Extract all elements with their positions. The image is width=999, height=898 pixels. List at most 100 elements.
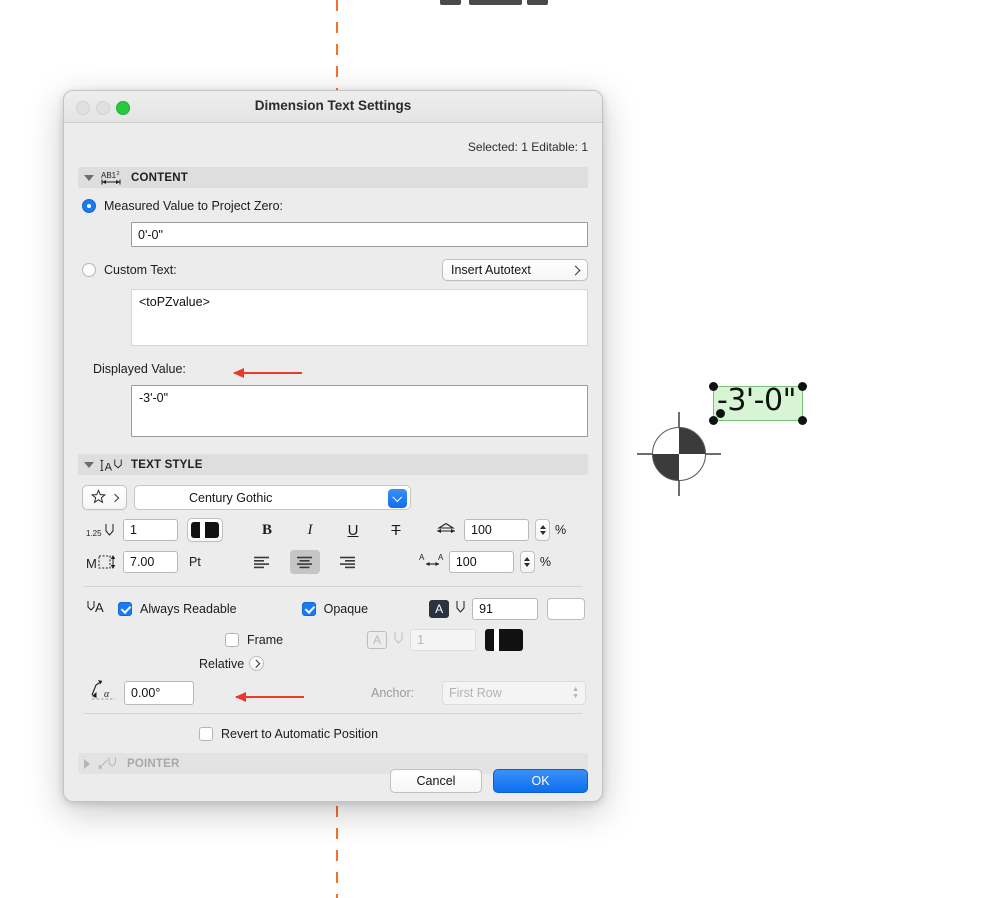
svg-text:A: A (419, 553, 425, 562)
svg-text:A: A (438, 553, 444, 562)
width-factor-icon (434, 520, 458, 541)
annotation-arrow-measured (233, 368, 302, 378)
measured-value-field[interactable]: 0'-0" (131, 222, 588, 247)
letter-spacing-icon: A A (419, 552, 447, 573)
disclosure-triangle-down-icon-2[interactable] (84, 461, 94, 468)
chevron-down-icon[interactable] (388, 489, 407, 508)
measured-value-row[interactable]: Measured Value to Project Zero: (82, 199, 602, 213)
background-pen-icon[interactable]: A (429, 600, 450, 618)
relative-label: Relative (199, 656, 245, 671)
section-title-pointer: POINTER (127, 757, 180, 770)
project-zero-marker-icon[interactable] (637, 412, 721, 496)
measured-value-radio[interactable] (82, 199, 96, 213)
letter-spacing-stepper[interactable] (519, 551, 535, 573)
selection-handle-bottom-right[interactable] (798, 416, 807, 425)
opaque-checkbox[interactable] (301, 602, 316, 616)
selection-handle-hotspot[interactable] (716, 409, 725, 418)
frame-pen-weight-icon (392, 630, 406, 651)
rotation-angle-field[interactable]: 0.00° (124, 681, 194, 705)
svg-text:M: M (86, 556, 97, 571)
always-readable-label: Always Readable (140, 602, 237, 616)
dimension-text-value: -3'-0" (717, 383, 796, 418)
guide-line-bottom (336, 806, 338, 898)
align-right-button[interactable] (333, 550, 363, 574)
letter-spacing-unit: % (539, 555, 551, 569)
width-factor-stepper[interactable] (535, 519, 550, 541)
width-factor-field[interactable]: 100 (464, 519, 529, 541)
cancel-button[interactable]: Cancel (390, 769, 482, 793)
svg-text:A: A (95, 600, 104, 615)
width-factor-unit: % (555, 523, 567, 537)
frame-label: Frame (247, 633, 284, 647)
options-row-1: A Always Readable Opaque A 91 (86, 598, 588, 620)
dimension-text-settings-dialog: Dimension Text Settings Selected: 1 Edit… (63, 90, 603, 802)
ok-button[interactable]: OK (493, 769, 588, 793)
svg-text:AB1: AB1 (101, 171, 117, 180)
displayed-value-field[interactable]: -3'-0" (131, 385, 588, 437)
section-title-text-style: TEXT STYLE (131, 458, 203, 471)
relative-button[interactable]: Relative (199, 656, 265, 671)
revert-row[interactable]: Revert to Automatic Position (199, 727, 588, 741)
svg-text:1.25: 1.25 (86, 529, 102, 538)
svg-text:2: 2 (117, 171, 120, 177)
selection-handle-top-left[interactable] (709, 382, 718, 391)
custom-text-radio[interactable] (82, 263, 96, 277)
favorites-button[interactable] (82, 485, 127, 510)
options-row-3: Relative α 0.00° Anchor: First Row ▲ ▼ (64, 651, 602, 713)
bold-button[interactable]: B (252, 518, 282, 542)
frame-pen-icon: A (367, 631, 388, 649)
strikethrough-button[interactable]: T (381, 518, 411, 542)
chevron-right-icon (570, 265, 581, 275)
updown-chevrons-icon: ▲ ▼ (572, 686, 579, 700)
pen-number-field[interactable]: 1 (123, 519, 178, 541)
revert-position-checkbox[interactable] (199, 727, 213, 741)
font-row[interactable]: Century Gothic (82, 485, 588, 510)
background-pen-field[interactable]: 91 (472, 598, 539, 620)
text-size-field[interactable]: 7.00 (123, 551, 178, 573)
anchor-label: Anchor: (371, 686, 415, 700)
frame-pen-field: 1 (410, 629, 477, 651)
text-size-icon: M (86, 553, 120, 571)
align-left-button[interactable] (247, 550, 277, 574)
insert-autotext-button[interactable]: Insert Autotext (442, 259, 588, 281)
chevron-right-circle-icon[interactable] (249, 656, 265, 671)
underline-button[interactable]: U (338, 518, 368, 542)
svg-text:A: A (105, 461, 113, 472)
rotation-angle-icon: α (88, 679, 118, 706)
revert-position-label: Revert to Automatic Position (221, 727, 379, 741)
pen-weight-icon: 1.25 (86, 522, 120, 539)
section-title-content: CONTENT (131, 171, 188, 184)
background-color-swatch[interactable] (547, 598, 586, 620)
text-style-row-1: 1.25 1 B I U T 100 % (86, 518, 588, 542)
options-divider-top (84, 586, 582, 587)
align-center-button[interactable] (289, 550, 320, 574)
ab1-dimension-icon: AB1 2 (100, 170, 124, 186)
insert-autotext-label: Insert Autotext (451, 263, 531, 277)
dialog-title: Dimension Text Settings (254, 98, 412, 113)
letter-spacing-field[interactable]: 100 (448, 551, 514, 573)
pen-color-button[interactable] (187, 518, 223, 542)
section-header-content[interactable]: AB1 2 CONTENT (78, 167, 588, 188)
italic-button[interactable]: I (295, 518, 325, 542)
selected-dimension-text[interactable]: -3'-0" (709, 382, 807, 425)
disclosure-triangle-down-icon[interactable] (84, 174, 94, 181)
displayed-value-label: Displayed Value: (93, 362, 186, 376)
always-readable-icon: A (86, 598, 110, 620)
section-header-text-style[interactable]: A TEXT STYLE (78, 454, 588, 475)
selection-status: Selected: 1 Editable: 1 (467, 140, 588, 154)
always-readable-checkbox[interactable] (118, 602, 132, 616)
custom-text-area[interactable]: <toPZvalue> (131, 289, 588, 346)
font-name-value: Century Gothic (189, 490, 273, 505)
custom-text-row[interactable]: Custom Text: Insert Autotext (82, 259, 588, 281)
dialog-footer: Cancel OK (390, 769, 588, 793)
frame-color-swatch[interactable] (485, 629, 524, 651)
text-style-icon: A (100, 457, 124, 473)
disclosure-triangle-right-icon[interactable] (84, 758, 90, 769)
selection-handle-bottom-left[interactable] (709, 416, 718, 425)
guide-line-top (336, 0, 338, 92)
frame-checkbox[interactable] (225, 633, 239, 647)
dialog-titlebar[interactable]: Dimension Text Settings (64, 91, 602, 123)
font-select[interactable]: Century Gothic (134, 485, 411, 510)
pen-color-swatch-icon (191, 522, 219, 538)
selection-handle-top-right[interactable] (798, 382, 807, 391)
